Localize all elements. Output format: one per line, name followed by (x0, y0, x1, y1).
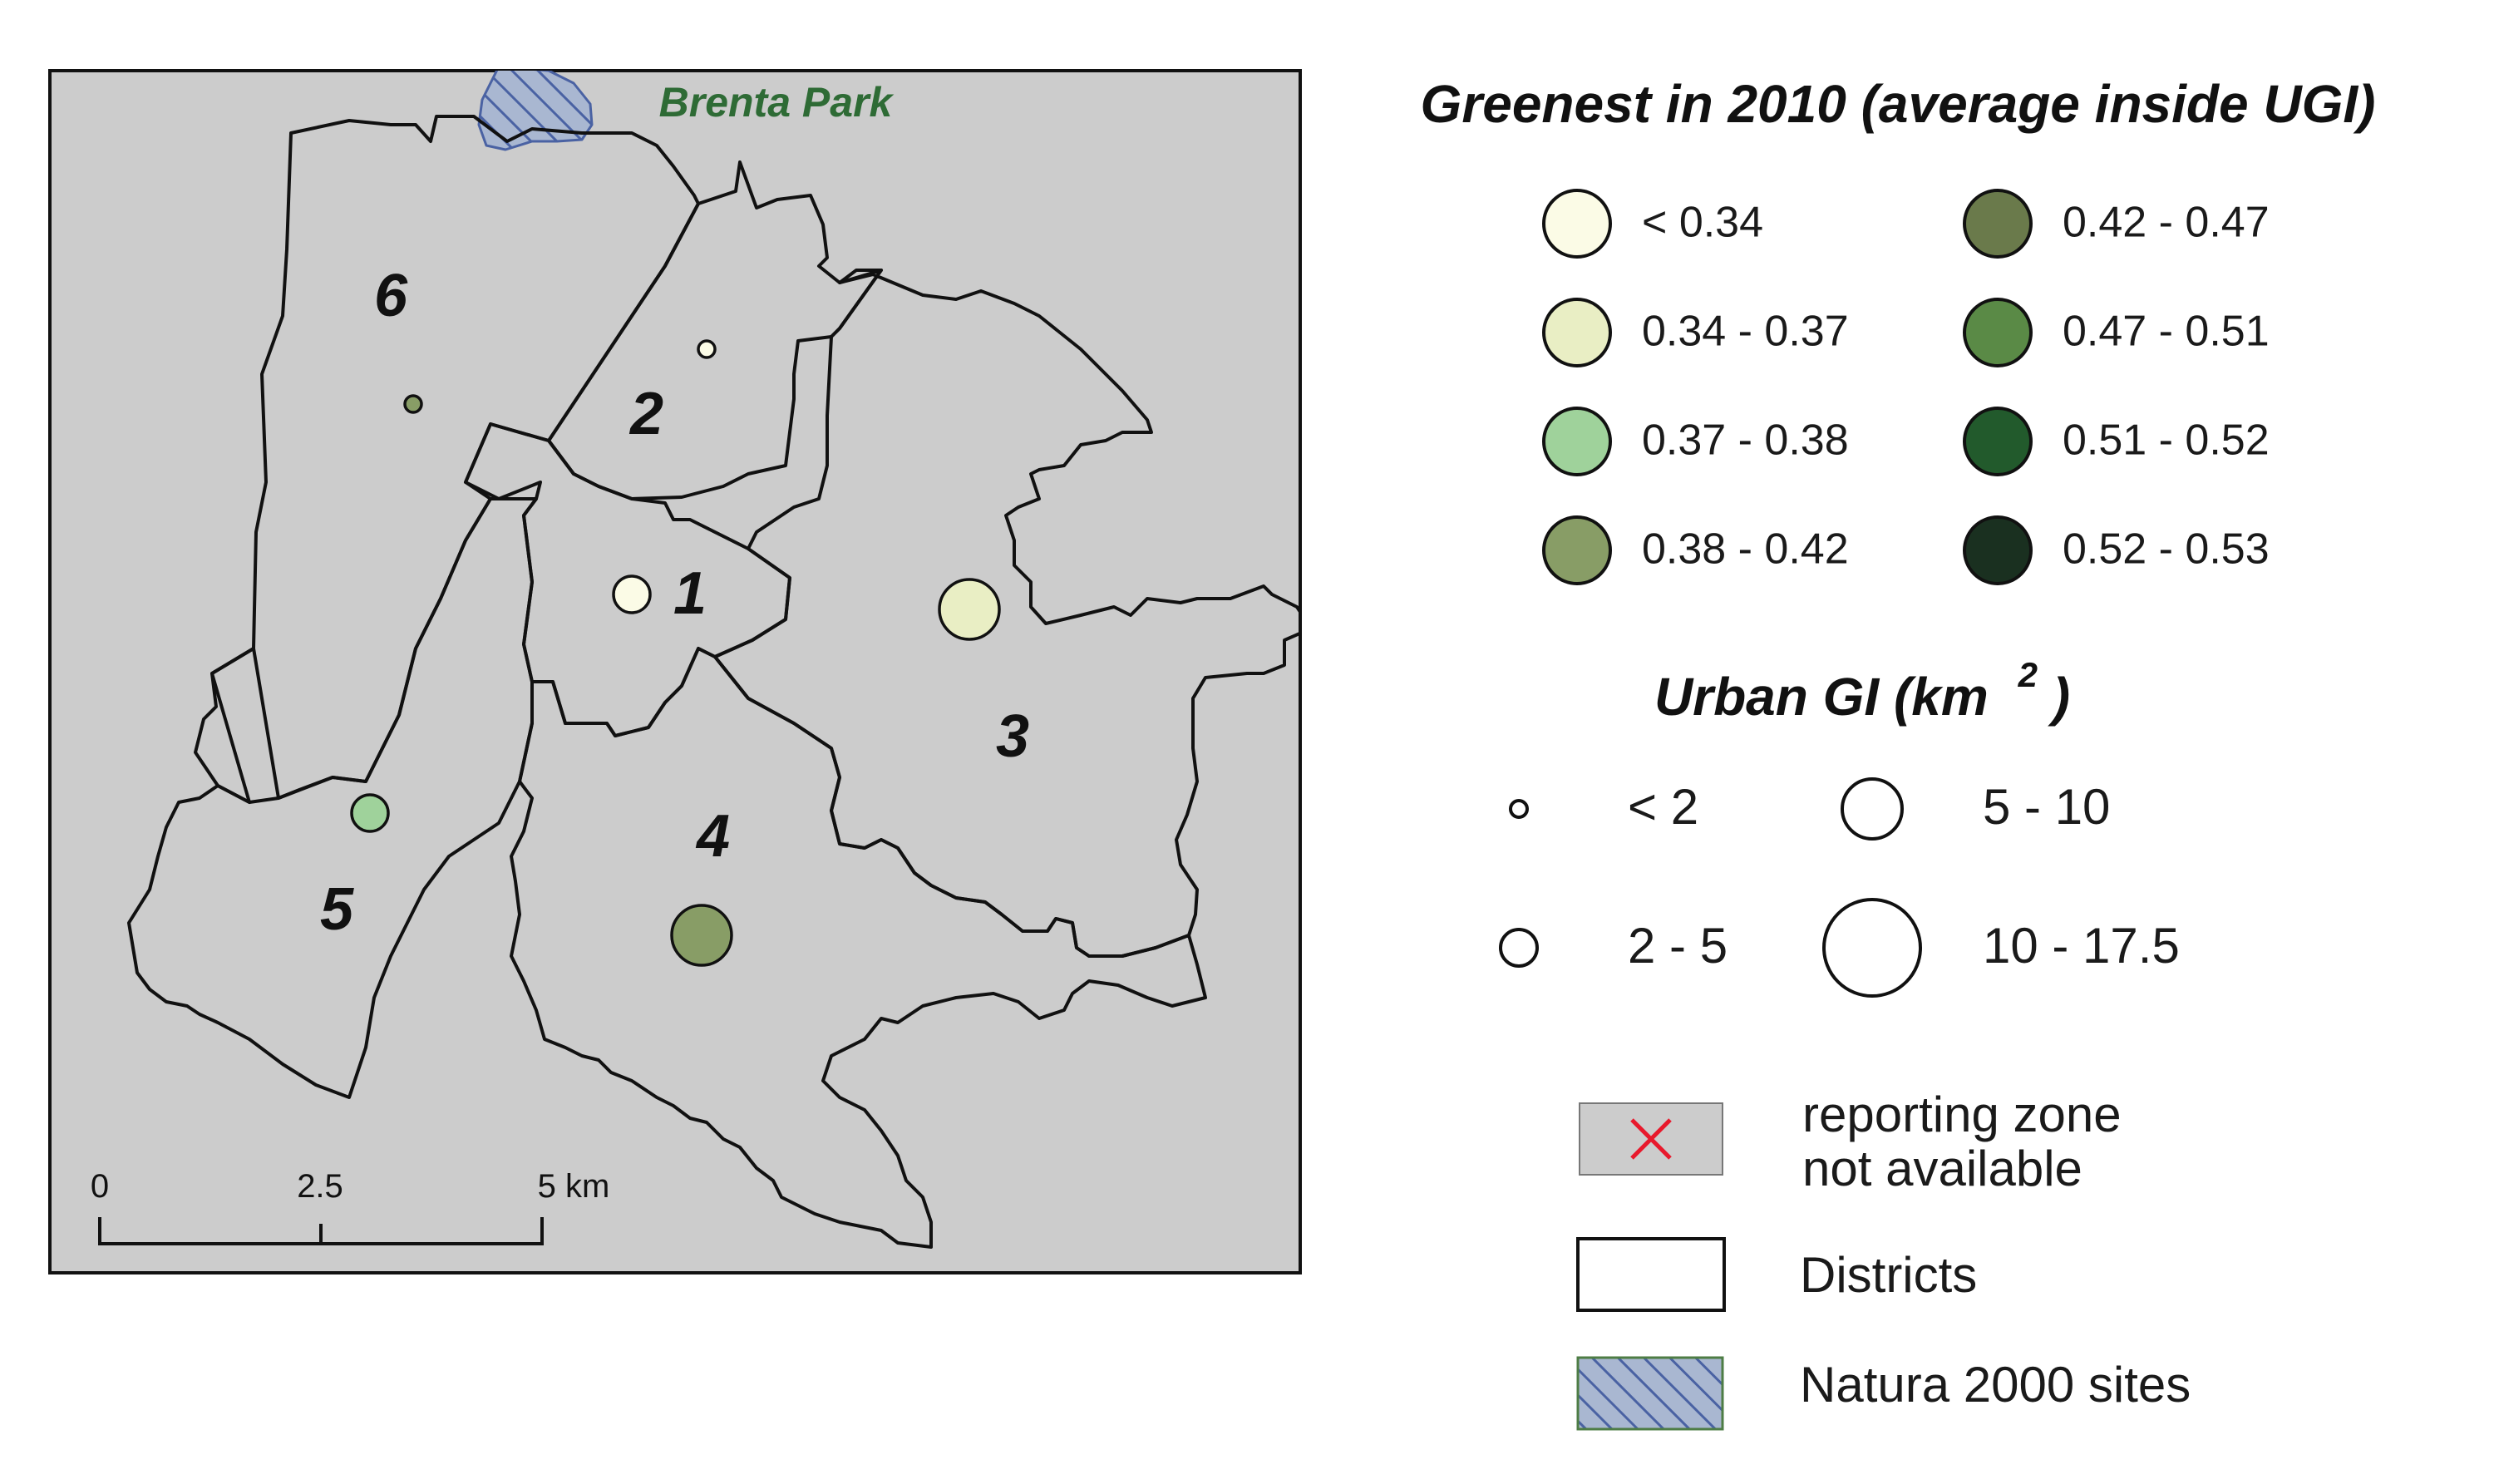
greenness-swatch-0-51-0-52 (1963, 407, 2033, 476)
greenness-swatch-0-37-0-38 (1542, 407, 1612, 476)
ugi-legend-title-superscript: 2 (2018, 655, 2038, 694)
greenness-label-0-38-0-42: 0.38 - 0.42 (1642, 525, 1849, 574)
greenness-label-0-34: < 0.34 (1642, 199, 1763, 247)
greenness-legend-items: < 0.34 0.34 - 0.37 0.37 - 0.38 0.38 - 0.42 0… (1542, 189, 2270, 585)
ugi-size-swatch-10-17-5 (1822, 898, 1922, 998)
districts-legend-label: Districts (1800, 1247, 1977, 1303)
not-available-label-line2: not available (1802, 1141, 2082, 1196)
district-label-2: 2 (628, 381, 663, 447)
greenness-legend-title: Greenest in 2010 (average inside UGI) (1421, 74, 2376, 134)
district-label-5: 5 (320, 876, 354, 943)
scale-label-5-km: 5 km (538, 1168, 610, 1205)
ugi-size-label-2: < 2 (1628, 779, 1698, 835)
greenness-label-0-52-0-53: 0.52 - 0.53 (2063, 525, 2270, 574)
greenness-label-0-34-0-37: 0.34 - 0.37 (1642, 308, 1849, 356)
district-label-3: 3 (996, 703, 1029, 770)
ugi-size-swatch-2-5 (1499, 928, 1539, 968)
district-2-greenness-symbol (697, 339, 717, 359)
ugi-legend-title-main: Urban GI (km (1654, 667, 1989, 727)
greenness-swatch-0-47-0-51 (1963, 298, 2033, 367)
greenness-swatch-0-34 (1542, 189, 1612, 259)
ugi-size-swatch-2 (1509, 799, 1529, 819)
district-6-greenness-symbol (403, 394, 423, 414)
natura-2000-swatch (1576, 1356, 1724, 1431)
district-1-greenness-symbol (612, 574, 652, 614)
legend: Greenest in 2010 (average inside UGI) < … (1421, 74, 2376, 1431)
ugi-size-label-5-10: 5 - 10 (1983, 779, 2110, 835)
district-label-6: 6 (374, 263, 408, 329)
district-5-greenness-symbol (350, 793, 390, 833)
greenness-label-0-51-0-52: 0.51 - 0.52 (2063, 417, 2270, 465)
district-label-1: 1 (673, 560, 707, 627)
greenness-label-0-42-0-47: 0.42 - 0.47 (2063, 199, 2270, 247)
scale-label-2-5: 2.5 (297, 1168, 343, 1205)
ugi-size-label-10-17-5: 10 - 17.5 (1983, 918, 2180, 974)
greenness-swatch-0-52-0-53 (1963, 515, 2033, 585)
brenta-park-label: Brenta Park (659, 79, 895, 126)
ugi-size-label-2-5: 2 - 5 (1628, 918, 1728, 974)
map-background (48, 69, 1302, 1274)
ugi-size-swatch-5-10 (1841, 777, 1904, 841)
district-label-4: 4 (695, 803, 730, 870)
scale-label-0: 0 (91, 1168, 109, 1205)
greenness-swatch-0-38-0-42 (1542, 515, 1612, 585)
ugi-legend-items: < 2 5 - 10 2 - 5 10 - 17.5 (1499, 777, 2180, 998)
not-available-label-line1: reporting zone (1802, 1087, 2122, 1142)
district-4-greenness-symbol (670, 904, 733, 967)
natura-2000-legend-label: Natura 2000 sites (1800, 1357, 2191, 1413)
greenness-swatch-0-42-0-47 (1963, 189, 2033, 259)
ugi-legend-title-end: ) (2048, 667, 2070, 727)
district-3-greenness-symbol (938, 578, 1001, 641)
ugi-legend-title: Urban GI (km 2 ) (1654, 638, 2070, 727)
greenness-label-0-37-0-38: 0.37 - 0.38 (1642, 417, 1849, 465)
map-panel: 6 2 1 3 4 5 Brenta Park 0 2.5 5 km (48, 69, 1302, 1274)
districts-swatch (1576, 1237, 1726, 1312)
district-greenness-map-figure: 6 2 1 3 4 5 Brenta Park 0 2.5 5 km Green… (48, 69, 2376, 1431)
greenness-swatch-0-34-0-37 (1542, 298, 1612, 367)
greenness-label-0-47-0-51: 0.47 - 0.51 (2063, 308, 2270, 356)
